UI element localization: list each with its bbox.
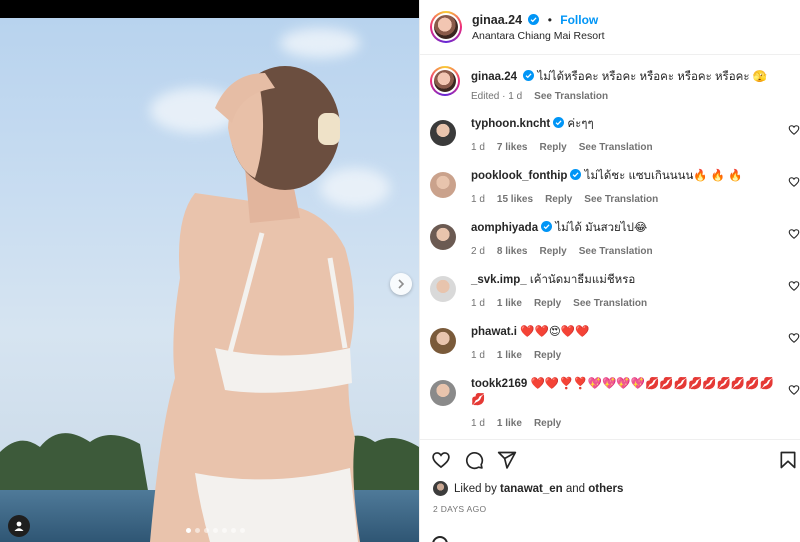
commenter-username[interactable]: _svk.imp_	[471, 274, 527, 286]
photo-person	[150, 66, 360, 542]
verified-badge-icon	[528, 13, 540, 25]
liked-by-prefix: Liked by	[454, 482, 497, 495]
comment-like-heart-icon[interactable]	[788, 176, 800, 188]
verified-badge-icon	[541, 221, 553, 232]
bookmark-icon[interactable]	[778, 450, 798, 470]
commenter-username[interactable]: aomphiyada	[471, 222, 538, 234]
commenter-avatar[interactable]	[430, 172, 456, 198]
post-sidebar: ginaa.24 • Follow Anantara Chiang Mai Re…	[419, 0, 800, 542]
next-slide-button[interactable]	[390, 273, 412, 295]
comment-time[interactable]: 1 d	[471, 416, 485, 432]
comment-time[interactable]: 2 d	[471, 244, 485, 260]
post-actions: Liked by tanawat_en and others 2 DAYS AG…	[420, 439, 800, 542]
comment-item: _svk.imp_ เค้านัดมาธีมแม่ชีหรอ 1 d 1 like R…	[430, 272, 800, 312]
comment-text: ไม่ได้ มันสวยไป😂	[555, 222, 648, 234]
verified-badge-icon	[553, 117, 565, 128]
comment-text: เค้านัดมาธีมแม่ชีหรอ	[529, 274, 636, 286]
comment-item: typhoon.kncht ค่ะๆๆ 1 d 7 likes Reply See Tr…	[430, 116, 800, 156]
commenter-avatar[interactable]	[430, 276, 456, 302]
comment-like-heart-icon[interactable]	[788, 332, 800, 344]
commenter-avatar[interactable]	[430, 120, 456, 146]
see-translation-link[interactable]: See Translation	[584, 192, 658, 208]
share-icon[interactable]	[497, 450, 517, 470]
post-location[interactable]: Anantara Chiang Mai Resort	[472, 30, 605, 42]
caption: ginaa.24 ไม่ได้หรือคะ หรือคะ หรือคะ หรือ…	[430, 66, 800, 105]
caption-username[interactable]: ginaa.24	[471, 71, 517, 83]
comment-time[interactable]: 1 d	[471, 348, 485, 364]
commenter-username[interactable]: phawat.i	[471, 326, 517, 338]
verified-badge-icon	[570, 169, 582, 180]
carousel-indicator	[186, 528, 245, 533]
carousel-dot	[195, 528, 200, 533]
carousel-dot	[213, 528, 218, 533]
liker-username[interactable]: tanawat_en	[500, 483, 563, 495]
commenter-avatar[interactable]	[430, 380, 456, 406]
comment-text: ค่ะๆๆ	[567, 118, 594, 130]
comment-time[interactable]: 1 d	[471, 192, 485, 208]
reply-button[interactable]: Reply	[534, 416, 561, 432]
verified-badge-icon	[523, 70, 535, 81]
tagged-users-button[interactable]	[8, 515, 30, 537]
commenter-avatar[interactable]	[430, 224, 456, 250]
reply-button[interactable]: Reply	[545, 192, 572, 208]
comment-item: aomphiyada ไม่ได้ มันสวยไป😂 2 d 8 likes Rep…	[430, 220, 800, 260]
post-header: ginaa.24 • Follow Anantara Chiang Mai Re…	[420, 0, 800, 55]
post-timestamp[interactable]: 2 DAYS AGO	[433, 504, 486, 514]
comment-item: pooklook_fonthip ไม่ได้ชะ แซบเกินนนน🔥 🔥 …	[430, 168, 800, 208]
liker-avatar[interactable]	[433, 481, 448, 496]
comment-time[interactable]: 1 d	[471, 296, 485, 312]
carousel-dot	[240, 528, 245, 533]
carousel-dot	[222, 528, 227, 533]
commenter-username[interactable]: tookk2169	[471, 378, 527, 390]
carousel-dot	[231, 528, 236, 533]
see-translation-link[interactable]: See Translation	[534, 89, 608, 105]
likes-summary: Liked by tanawat_en and others	[433, 481, 623, 496]
emoji-icon[interactable]	[432, 536, 448, 542]
comment-likes[interactable]: 7 likes	[497, 140, 528, 156]
author-username[interactable]: ginaa.24	[472, 13, 522, 27]
comment-likes[interactable]: 8 likes	[497, 244, 528, 260]
comment-text: ไม่ได้ชะ แซบเกินนนน🔥 🔥 🔥	[584, 170, 743, 182]
user-icon	[14, 521, 24, 531]
carousel-dot	[204, 528, 209, 533]
likes-others-link[interactable]: others	[588, 483, 623, 495]
comment-like-heart-icon[interactable]	[788, 280, 800, 292]
chevron-right-icon	[398, 279, 405, 289]
reply-button[interactable]: Reply	[540, 244, 567, 260]
see-translation-link[interactable]: See Translation	[579, 244, 653, 260]
comment-item: tookk2169 ❤️❤️❣️❣️💖💖💖💖💋💋💋💋💋💋💋💋💋💋 1 d1 lik…	[430, 376, 800, 432]
caption-text: ไม่ได้หรือคะ หรือคะ หรือคะ หรือคะ หรือคะ…	[537, 71, 768, 83]
comment-likes[interactable]: 1 like	[497, 296, 522, 312]
reply-button[interactable]: Reply	[534, 348, 561, 364]
carousel-dot	[186, 528, 191, 533]
liked-by-and: and	[565, 482, 586, 495]
reply-button[interactable]: Reply	[540, 140, 567, 156]
author-avatar[interactable]	[430, 11, 462, 43]
comment-item: phawat.i ❤️❤️😍❤️❤️ 1 d 1 like Reply	[430, 324, 800, 364]
reply-button[interactable]: Reply	[534, 296, 561, 312]
comment-likes[interactable]: 15 likes	[497, 192, 533, 208]
comment-likes[interactable]: 1 like	[497, 348, 522, 364]
commenter-avatar[interactable]	[430, 328, 456, 354]
comment-time[interactable]: 1 d	[471, 140, 485, 156]
comment-like-heart-icon[interactable]	[788, 228, 800, 240]
like-heart-icon[interactable]	[431, 450, 451, 470]
comment-like-heart-icon[interactable]	[788, 384, 800, 396]
author-avatar[interactable]	[430, 66, 460, 96]
follow-button[interactable]: Follow	[560, 13, 598, 27]
comments-list[interactable]: ginaa.24 ไม่ได้หรือคะ หรือคะ หรือคะ หรือ…	[420, 56, 800, 439]
separator-dot: •	[547, 12, 552, 27]
commenter-username[interactable]: pooklook_fonthip	[471, 170, 567, 182]
caption-edited: Edited · 1 d	[471, 91, 523, 102]
commenter-username[interactable]: typhoon.kncht	[471, 118, 550, 130]
see-translation-link[interactable]: See Translation	[573, 296, 647, 312]
comment-likes[interactable]: 1 like	[497, 416, 522, 432]
post-photo[interactable]	[0, 18, 419, 542]
comment-like-heart-icon[interactable]	[788, 124, 800, 136]
comment-text: ❤️❤️😍❤️❤️	[520, 326, 590, 338]
comment-icon[interactable]	[464, 450, 484, 470]
post-media	[0, 0, 419, 542]
see-translation-link[interactable]: See Translation	[579, 140, 653, 156]
